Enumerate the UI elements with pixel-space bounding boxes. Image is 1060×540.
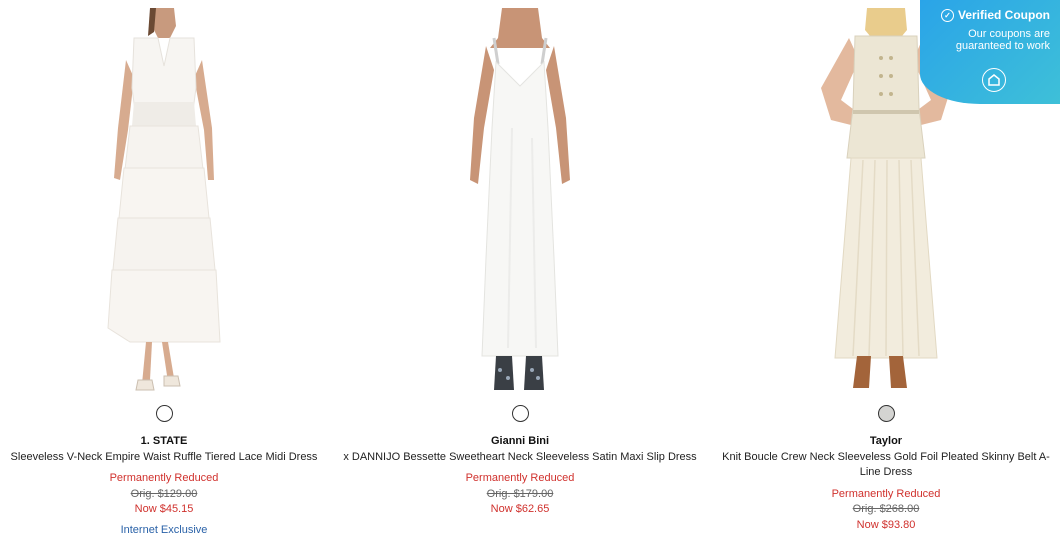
product-card[interactable]: 1. STATE Sleeveless V-Neck Empire Waist …: [0, 0, 328, 540]
original-price: Orig. $268.00: [852, 503, 920, 515]
coupon-title: Verified Coupon: [957, 8, 1050, 22]
verified-coupon-badge[interactable]: ✓ Verified Coupon Our coupons are guaran…: [920, 0, 1060, 104]
coupon-logo-icon[interactable]: [982, 68, 1006, 92]
product-brand[interactable]: Taylor: [720, 434, 1052, 450]
product-info: Gianni Bini x DANNIJO Bessette Sweethear…: [336, 434, 704, 518]
check-circle-icon: ✓: [940, 8, 954, 22]
reduced-badge: Permanently Reduced: [465, 472, 575, 484]
product-brand[interactable]: Gianni Bini: [336, 434, 704, 450]
dress-photo-satin-slip: [470, 8, 570, 390]
product-grid: 1. STATE Sleeveless V-Neck Empire Waist …: [0, 0, 1060, 540]
original-price: Orig. $179.00: [486, 487, 554, 500]
sale-price: Now $93.80: [856, 518, 916, 531]
product-brand[interactable]: 1. STATE: [8, 434, 320, 450]
color-swatch-white[interactable]: [512, 405, 529, 422]
sale-price: Now $62.65: [490, 503, 550, 515]
coupon-subtitle: Our coupons are guaranteed to work: [955, 28, 1050, 52]
product-name[interactable]: x DANNIJO Bessette Sweetheart Neck Sleev…: [336, 450, 704, 466]
product-name[interactable]: Knit Boucle Crew Neck Sleeveless Gold Fo…: [720, 450, 1052, 481]
product-card[interactable]: Gianni Bini x DANNIJO Bessette Sweethear…: [328, 0, 712, 540]
product-info: Taylor Knit Boucle Crew Neck Sleeveless …: [720, 434, 1052, 533]
product-image[interactable]: [0, 8, 328, 396]
product-info: 1. STATE Sleeveless V-Neck Empire Waist …: [8, 434, 320, 538]
sale-price: Now $45.15: [134, 503, 194, 515]
dress-photo-lace-tiered: [107, 8, 221, 391]
reduced-badge: Permanently Reduced: [831, 487, 941, 500]
product-image[interactable]: [328, 8, 712, 396]
color-swatch-white[interactable]: [156, 405, 173, 422]
internet-exclusive-label: Internet Exclusive: [120, 523, 208, 536]
coupon-title-row: ✓ Verified Coupon: [920, 8, 1050, 22]
color-swatch-grey[interactable]: [878, 405, 895, 422]
reduced-badge: Permanently Reduced: [109, 472, 219, 484]
original-price: Orig. $129.00: [130, 487, 198, 500]
product-name[interactable]: Sleeveless V-Neck Empire Waist Ruffle Ti…: [8, 450, 320, 466]
tag-icon: [988, 74, 1000, 86]
